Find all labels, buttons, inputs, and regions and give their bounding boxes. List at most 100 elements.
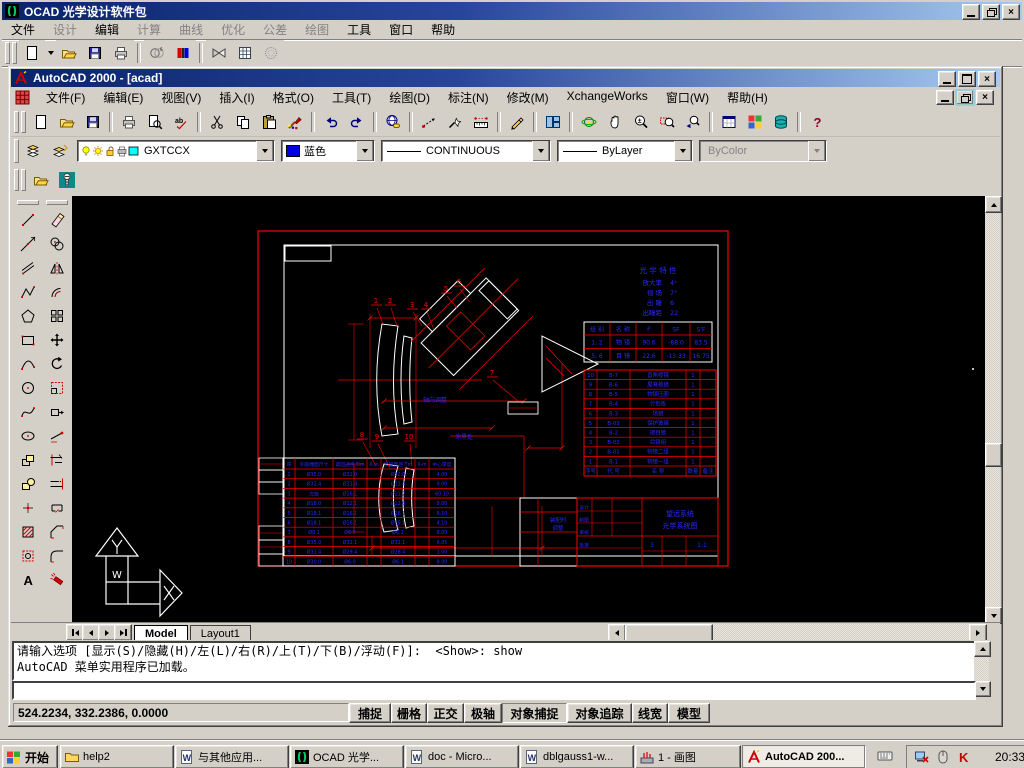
- pan-realtime-button[interactable]: [602, 109, 628, 135]
- copy-button[interactable]: [230, 109, 256, 135]
- point-button[interactable]: [15, 496, 41, 520]
- command-history[interactable]: 请输入选项 [显示(S)/隐藏(H)/左(L)/右(R)/上(T)/下(B)/浮…: [12, 641, 982, 681]
- ocad-menu-文件[interactable]: 文件: [2, 19, 44, 40]
- scroll-down-icon[interactable]: [974, 681, 991, 697]
- open-button[interactable]: [28, 167, 54, 193]
- tab-model[interactable]: Model: [134, 625, 188, 641]
- taskbar-button-4[interactable]: Wdoc - Micro...: [405, 745, 519, 768]
- new-button[interactable]: [28, 109, 54, 135]
- taskbar-button-5[interactable]: Wdblgauss1-w...: [520, 745, 634, 768]
- insert-hyperlink-button[interactable]: [380, 109, 406, 135]
- copy-object-button[interactable]: [44, 232, 70, 256]
- acad-menu-item[interactable]: 视图(V): [152, 87, 210, 108]
- ocad-menu-编辑[interactable]: 编辑: [86, 19, 128, 40]
- rectangle-button[interactable]: [15, 328, 41, 352]
- layer-previous-button[interactable]: [47, 138, 73, 164]
- network-status-icon[interactable]: [914, 749, 930, 765]
- zoom-previous-button[interactable]: [680, 109, 706, 135]
- taskbar-button-3[interactable]: OCAD 光学...: [290, 745, 404, 768]
- restore-icon[interactable]: [982, 4, 1000, 20]
- acad-menu-item[interactable]: 绘图(D): [380, 87, 439, 108]
- save-button[interactable]: [80, 109, 106, 135]
- beam-split-button[interactable]: [206, 40, 232, 66]
- command-input[interactable]: 命令:: [12, 681, 976, 700]
- multiline-button[interactable]: [15, 256, 41, 280]
- mirror-button[interactable]: [44, 256, 70, 280]
- print-button[interactable]: [116, 109, 142, 135]
- input-method-button[interactable]: [872, 745, 898, 767]
- acad-menu-item[interactable]: 帮助(H): [718, 87, 777, 108]
- color-combo[interactable]: 蓝色: [281, 140, 375, 162]
- viewports-button[interactable]: [540, 109, 566, 135]
- ocad-menu-工具[interactable]: 工具: [338, 19, 380, 40]
- layer-color-swatch[interactable]: [128, 145, 140, 157]
- polyline-button[interactable]: [15, 280, 41, 304]
- status-toggle-正交[interactable]: 正交: [427, 703, 464, 723]
- acad-menu-item[interactable]: 文件(F): [37, 87, 94, 108]
- minimize-icon[interactable]: [936, 90, 954, 105]
- design-center-button[interactable]: [742, 109, 768, 135]
- explode-button[interactable]: [44, 568, 70, 592]
- quick-select-button[interactable]: [442, 109, 468, 135]
- spell-check-button[interactable]: ab: [168, 109, 194, 135]
- measure-button[interactable]: [468, 109, 494, 135]
- spot-diagram-button[interactable]: s: [144, 40, 170, 66]
- open-button[interactable]: [54, 109, 80, 135]
- rotate-button[interactable]: [44, 352, 70, 376]
- layer-combo[interactable]: GXTCCX: [77, 140, 275, 162]
- lengthen-button[interactable]: [44, 424, 70, 448]
- ocad-menu-窗口[interactable]: 窗口: [380, 19, 422, 40]
- status-toggle-对象追踪[interactable]: 对象追踪: [567, 703, 632, 723]
- tab-last-icon[interactable]: [114, 624, 132, 641]
- layer-freeze-icon[interactable]: [92, 145, 104, 157]
- status-toggle-捕捉[interactable]: 捕捉: [349, 703, 391, 723]
- layer-plot-icon[interactable]: [116, 145, 128, 157]
- ucs-pencil-button[interactable]: [504, 109, 530, 135]
- mouse-icon[interactable]: [935, 749, 951, 765]
- undo-button[interactable]: [318, 109, 344, 135]
- insert-block-button[interactable]: [15, 448, 41, 472]
- cut-button[interactable]: [204, 109, 230, 135]
- new-button[interactable]: [19, 40, 45, 66]
- acad-menu-item[interactable]: 插入(I): [210, 87, 263, 108]
- ellipse-button[interactable]: [15, 424, 41, 448]
- ocad-menu-帮助[interactable]: 帮助: [422, 19, 464, 40]
- status-toggle-线宽[interactable]: 线宽: [632, 703, 668, 723]
- distance-button[interactable]: [416, 109, 442, 135]
- zoom-window-button[interactable]: [654, 109, 680, 135]
- layer-lock-icon[interactable]: [104, 145, 116, 157]
- db-connect-button[interactable]: [768, 109, 794, 135]
- break-button[interactable]: [44, 496, 70, 520]
- 3d-orbit-button[interactable]: [576, 109, 602, 135]
- horizontal-scrollbar[interactable]: [608, 624, 985, 640]
- status-toggle-极轴[interactable]: 极轴: [464, 703, 502, 723]
- grating-button[interactable]: [258, 40, 284, 66]
- maximize-icon[interactable]: [958, 71, 976, 87]
- construction-line-button[interactable]: [15, 232, 41, 256]
- acad-menu-item[interactable]: 窗口(W): [657, 87, 718, 108]
- help-button[interactable]: ?: [804, 109, 830, 135]
- lineweight-combo[interactable]: ByLayer: [557, 140, 693, 162]
- screw-button[interactable]: [54, 167, 80, 193]
- layers-button[interactable]: [21, 138, 47, 164]
- save-button[interactable]: [82, 40, 108, 66]
- acad-menu-item[interactable]: 工具(T): [323, 87, 380, 108]
- scroll-up-icon[interactable]: [974, 641, 991, 657]
- print-preview-button[interactable]: [142, 109, 168, 135]
- paste-button[interactable]: [256, 109, 282, 135]
- glass-filter-button[interactable]: [170, 40, 196, 66]
- acad-menu-item[interactable]: XchangeWorks: [558, 87, 657, 108]
- fillet-button[interactable]: [44, 544, 70, 568]
- acad-menu-item[interactable]: 标注(N): [439, 87, 498, 108]
- chevron-down-icon[interactable]: [256, 140, 274, 162]
- close-icon[interactable]: ×: [1002, 4, 1020, 20]
- multiline-text-button[interactable]: A: [15, 568, 41, 592]
- array-button[interactable]: [44, 304, 70, 328]
- linetype-combo[interactable]: CONTINUOUS: [381, 140, 551, 162]
- status-toggle-对象捕捉[interactable]: 对象捕捉: [502, 703, 567, 723]
- stretch-button[interactable]: [44, 400, 70, 424]
- taskbar-button-6[interactable]: 1 - 画图: [635, 745, 741, 768]
- chevron-down-icon[interactable]: [674, 140, 692, 162]
- arc-button[interactable]: [15, 352, 41, 376]
- line-button[interactable]: [15, 208, 41, 232]
